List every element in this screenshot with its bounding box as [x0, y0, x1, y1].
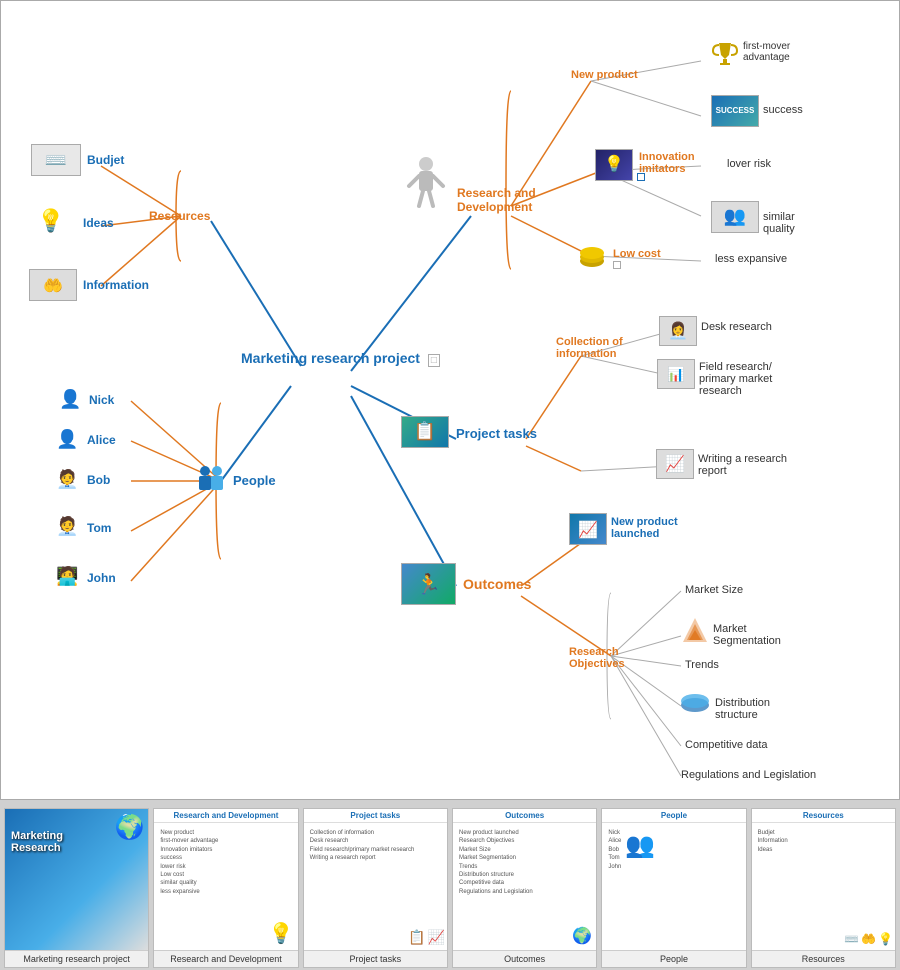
budjet-label[interactable]: Budjet: [87, 153, 124, 167]
success-label: success: [763, 104, 803, 116]
connector-lines: [1, 1, 899, 799]
low-cost-connector: [613, 261, 621, 269]
information-icon: 🤲: [29, 269, 77, 301]
thumb-people-label: People: [602, 950, 745, 967]
innovation-label[interactable]: Innovationimitators: [639, 151, 695, 175]
nick-label[interactable]: Nick: [89, 393, 114, 407]
innovation-connector: [637, 173, 645, 181]
thumb-marketing-research[interactable]: MarketingResearch 🌍 Marketing research p…: [4, 808, 149, 968]
field-research-icon: 📊: [657, 359, 695, 389]
project-tasks-label[interactable]: Project tasks: [456, 426, 537, 441]
thumb-resources[interactable]: Resources BudjetInformationIdeas ⌨️ 🤲 💡 …: [751, 808, 896, 968]
tom-item: 🧑‍💼: [56, 516, 78, 537]
research-dev-icon: [401, 156, 451, 211]
thumb-resources-label: Resources: [752, 950, 895, 967]
less-expansive-label: less expansive: [715, 253, 787, 265]
similar-quality-label: similarquality: [763, 211, 795, 235]
outcomes-label[interactable]: Outcomes: [463, 576, 531, 592]
thumb-research-dev-title: Research and Development: [154, 809, 297, 823]
writing-research-label: Writing a researchreport: [698, 453, 787, 477]
field-research-label: Field research/primary marketresearch: [699, 361, 772, 397]
research-objectives-label[interactable]: ResearchObjectives: [569, 646, 625, 670]
thumb-project-tasks-label: Project tasks: [304, 950, 447, 967]
mind-map-canvas: Marketing research project □ Research an…: [0, 0, 900, 800]
center-node[interactable]: Marketing research project □: [241, 349, 361, 367]
alice-label[interactable]: Alice: [87, 433, 116, 447]
distribution-icon: [679, 691, 711, 717]
low-cost-icon: [576, 241, 608, 269]
bob-label[interactable]: Bob: [87, 473, 110, 487]
thumb-project-tasks[interactable]: Project tasks Collection of informationD…: [303, 808, 448, 968]
information-label[interactable]: Information: [83, 278, 149, 292]
ideas-icon: 💡: [31, 208, 71, 240]
success-image: SUCCESS: [711, 95, 759, 127]
thumb-project-tasks-content: Collection of informationDesk researchFi…: [308, 827, 443, 865]
john-label[interactable]: John: [87, 571, 116, 585]
john-item: 🧑‍💻: [56, 566, 78, 587]
research-dev-label[interactable]: Research andDevelopment: [457, 186, 536, 214]
nick-item: 👤: [59, 389, 81, 410]
thumb-outcomes-title: Outcomes: [453, 809, 596, 823]
thumb-research-dev-label: Research and Development: [154, 950, 297, 967]
thumb-outcomes-content: New product launchedResearch ObjectivesM…: [457, 827, 592, 898]
resources-label[interactable]: Resources: [149, 209, 210, 223]
first-mover-label: first-moveradvantage: [743, 41, 790, 63]
thumb-outcomes[interactable]: Outcomes New product launchedResearch Ob…: [452, 808, 597, 968]
bob-item: 🧑‍💼: [56, 469, 78, 490]
competitive-data-label: Competitive data: [685, 739, 768, 751]
innovation-image: 💡: [595, 149, 633, 181]
new-product-launched-icon: 📈: [569, 513, 607, 545]
market-size-label: Market Size: [685, 584, 743, 596]
outcomes-icon: 🏃: [401, 563, 456, 605]
distribution-label: Distributionstructure: [715, 697, 770, 721]
ideas-label[interactable]: Ideas: [83, 216, 114, 230]
thumbnails-strip: MarketingResearch 🌍 Marketing research p…: [0, 800, 900, 970]
thumb-people-title: People: [602, 809, 745, 823]
regulations-label: Regulations and Legislation: [681, 769, 816, 781]
thumb-project-tasks-title: Project tasks: [304, 809, 447, 823]
thumb-marketing-label: Marketing research project: [5, 950, 148, 967]
people-icon: [191, 463, 231, 499]
collection-info-label[interactable]: Collection ofinformation: [556, 336, 623, 360]
trends-label: Trends: [685, 659, 719, 671]
thumb-resources-content: BudjetInformationIdeas: [756, 827, 891, 856]
trophy-icon: [711, 39, 739, 67]
people-label[interactable]: People: [233, 473, 276, 488]
budjet-icon: ⌨️: [31, 144, 81, 176]
desk-research-icon: 👩‍💼: [659, 316, 697, 346]
desk-research-label: Desk research: [701, 321, 772, 333]
market-seg-label: MarketSegmentation: [713, 623, 781, 647]
thumb-people[interactable]: People NickAliceBobTomJohn 👥 People: [601, 808, 746, 968]
tom-label[interactable]: Tom: [87, 521, 111, 535]
writing-research-icon: 📈: [656, 449, 694, 479]
thumb-people-content: NickAliceBobTomJohn: [606, 827, 623, 873]
new-product-launched-label[interactable]: New productlaunched: [611, 516, 678, 540]
new-product-label: New product: [571, 69, 638, 81]
market-seg-icon: [681, 616, 709, 644]
low-cost-label[interactable]: Low cost: [613, 248, 661, 260]
alice-item: 👤: [56, 429, 78, 450]
thumb-outcomes-label: Outcomes: [453, 950, 596, 967]
lover-risk-label: lover risk: [727, 158, 771, 170]
thumb-research-dev[interactable]: Research and Development New productfirs…: [153, 808, 298, 968]
project-tasks-icon: 📋: [401, 416, 449, 448]
thumb-research-dev-content: New productfirst-mover advantageInnovati…: [158, 827, 293, 898]
similar-quality-image: 👥: [711, 201, 759, 233]
thumb-resources-title: Resources: [752, 809, 895, 823]
